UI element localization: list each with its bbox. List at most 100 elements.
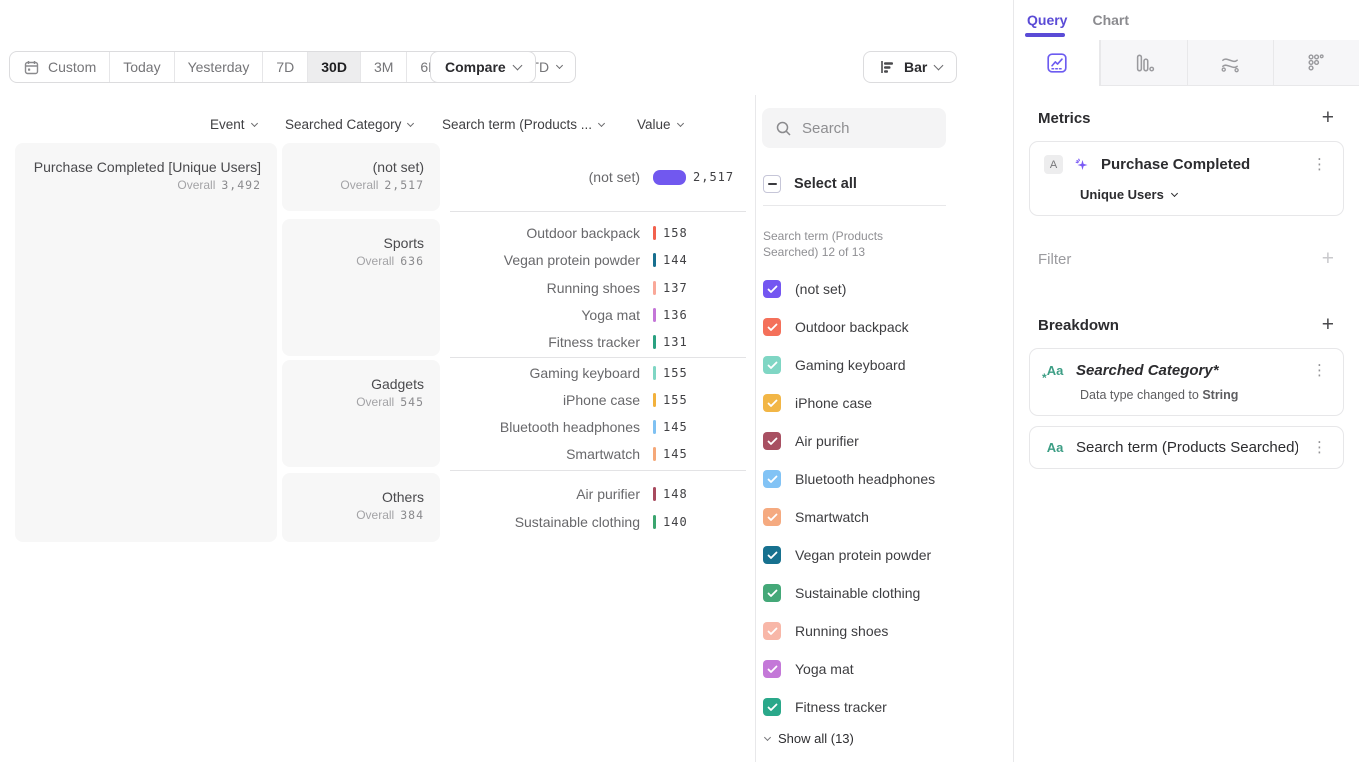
checkbox-gaming-keyboard[interactable] (763, 356, 781, 374)
table-row-outdoor-backpack[interactable]: Outdoor backpack158 (450, 219, 746, 246)
chevron-down-icon (676, 119, 683, 126)
report-type-tabs (1014, 40, 1359, 86)
filter-item-outdoor-backpack[interactable]: Outdoor backpack (763, 308, 909, 346)
table-row-yoga-mat[interactable]: Yoga mat136 (450, 301, 746, 328)
value-cell: 145 (653, 420, 746, 434)
metric-card[interactable]: A Purchase Completed ⋮ Unique Users (1029, 141, 1344, 216)
table-row-iphone-case[interactable]: iPhone case155 (450, 387, 746, 414)
checkbox-yoga-mat[interactable] (763, 660, 781, 678)
filter-item-fitness-tracker[interactable]: Fitness tracker (763, 688, 887, 726)
date-range-7d[interactable]: 7D (262, 52, 307, 82)
table-row-vegan-protein-powder[interactable]: Vegan protein powder144 (450, 246, 746, 273)
filter-item-label: Fitness tracker (795, 699, 887, 715)
value-cell: 158 (653, 226, 746, 240)
kebab-menu-icon[interactable]: ⋮ (1308, 364, 1331, 378)
checkbox-outdoor-backpack[interactable] (763, 318, 781, 336)
checkbox-vegan-protein-powder[interactable] (763, 546, 781, 564)
chart-type-button[interactable]: Bar (863, 51, 957, 83)
filter-item-bluetooth-headphones[interactable]: Bluetooth headphones (763, 460, 935, 498)
column-header-search-term[interactable]: Search term (Products ... (442, 117, 604, 132)
term-rows-group: (not set)2,517 (450, 143, 746, 211)
term-label: Running shoes (450, 280, 653, 296)
value-cell: 145 (653, 447, 746, 461)
checkbox-iphone-case[interactable] (763, 394, 781, 412)
date-range-3m[interactable]: 3M (360, 52, 406, 82)
date-range-label: Today (123, 59, 160, 75)
tab-flows[interactable] (1187, 40, 1273, 86)
measure-selector[interactable]: Unique Users (1080, 187, 1331, 202)
tab-insights[interactable] (1014, 40, 1100, 86)
filter-item-yoga-mat[interactable]: Yoga mat (763, 650, 854, 688)
value-cell: 2,517 (653, 170, 746, 185)
search-input[interactable] (802, 120, 932, 137)
overall-label: Overall (340, 178, 378, 192)
show-all-button[interactable]: Show all (13) (765, 731, 854, 746)
value-number: 148 (663, 487, 688, 501)
category-cell-others[interactable]: OthersOverall384 (282, 473, 440, 542)
breakdown-card-search-term[interactable]: Aa Search term (Products Searched) ⋮ (1029, 426, 1344, 469)
table-row-fitness-tracker[interactable]: Fitness tracker131 (450, 329, 746, 356)
overall-label: Overall (177, 178, 215, 192)
kebab-menu-icon[interactable]: ⋮ (1308, 158, 1331, 172)
checkbox-sustainable-clothing[interactable] (763, 584, 781, 602)
filter-item-smartwatch[interactable]: Smartwatch (763, 498, 869, 536)
date-range-today[interactable]: Today (109, 52, 173, 82)
filter-item-label: iPhone case (795, 395, 872, 411)
column-header-event[interactable]: Event (210, 117, 257, 132)
table-row-gaming-keyboard[interactable]: Gaming keyboard155 (450, 360, 746, 387)
table-row-air-purifier[interactable]: Air purifier148 (450, 480, 746, 508)
value-bar (653, 253, 656, 267)
filter-item-vegan-protein-powder[interactable]: Vegan protein powder (763, 536, 931, 574)
value-cell: 136 (653, 308, 746, 322)
search-box[interactable] (762, 108, 946, 148)
date-range-yesterday[interactable]: Yesterday (174, 52, 263, 82)
column-header-value[interactable]: Value (637, 117, 683, 132)
table-row-running-shoes[interactable]: Running shoes137 (450, 274, 746, 301)
select-all-row[interactable]: Select all (763, 175, 857, 193)
checkbox-smartwatch[interactable] (763, 508, 781, 526)
checkbox-fitness-tracker[interactable] (763, 698, 781, 716)
category-cell-sports[interactable]: SportsOverall636 (282, 219, 440, 356)
chevron-down-icon (934, 60, 944, 70)
filter-item-sustainable-clothing[interactable]: Sustainable clothing (763, 574, 920, 612)
filter-item-not-set[interactable]: (not set) (763, 270, 846, 308)
select-all-checkbox[interactable] (763, 175, 781, 193)
table-row-smartwatch[interactable]: Smartwatch145 (450, 440, 746, 467)
filter-item-gaming-keyboard[interactable]: Gaming keyboard (763, 346, 906, 384)
tab-chart[interactable]: Chart (1092, 12, 1129, 28)
tab-funnels[interactable] (1100, 40, 1186, 86)
checkbox-air-purifier[interactable] (763, 432, 781, 450)
add-metric-button[interactable]: + (1322, 108, 1334, 128)
date-range-label: 7D (276, 59, 294, 75)
tab-retention[interactable] (1273, 40, 1359, 86)
term-rows-group: Gaming keyboard155iPhone case155Bluetoot… (450, 360, 746, 467)
value-bar (653, 308, 656, 322)
compare-button[interactable]: Compare (430, 51, 536, 83)
filter-item-iphone-case[interactable]: iPhone case (763, 384, 872, 422)
category-cell-not-set[interactable]: (not set)Overall2,517 (282, 143, 440, 211)
term-label: Fitness tracker (450, 334, 653, 350)
column-header-searched-category[interactable]: Searched Category (285, 117, 413, 132)
add-filter-button[interactable]: + (1322, 249, 1334, 269)
checkbox-running-shoes[interactable] (763, 622, 781, 640)
filter-item-air-purifier[interactable]: Air purifier (763, 422, 859, 460)
filter-item-running-shoes[interactable]: Running shoes (763, 612, 888, 650)
panel-divider (755, 95, 756, 762)
category-cell-gadgets[interactable]: GadgetsOverall545 (282, 360, 440, 467)
group-separator (450, 211, 746, 212)
breakdown-card-searched-category[interactable]: Aa* Searched Category* ⋮ Data type chang… (1029, 348, 1344, 416)
metrics-section-header: Metrics + (1029, 108, 1344, 128)
filter-item-label: Running shoes (795, 623, 888, 639)
checkbox-bluetooth-headphones[interactable] (763, 470, 781, 488)
date-range-30d[interactable]: 30D (307, 52, 360, 82)
checkbox-not-set[interactable] (763, 280, 781, 298)
date-range-custom[interactable]: Custom (10, 52, 109, 82)
event-cell[interactable]: Purchase Completed [Unique Users] Overal… (15, 143, 277, 542)
table-row-bluetooth-headphones[interactable]: Bluetooth headphones145 (450, 414, 746, 441)
kebab-menu-icon[interactable]: ⋮ (1308, 441, 1331, 455)
tab-query[interactable]: Query (1027, 12, 1067, 28)
add-breakdown-button[interactable]: + (1322, 315, 1334, 335)
term-label: (not set) (450, 169, 653, 185)
table-row-sustainable-clothing[interactable]: Sustainable clothing140 (450, 508, 746, 536)
table-row-not-set[interactable]: (not set)2,517 (450, 163, 746, 191)
